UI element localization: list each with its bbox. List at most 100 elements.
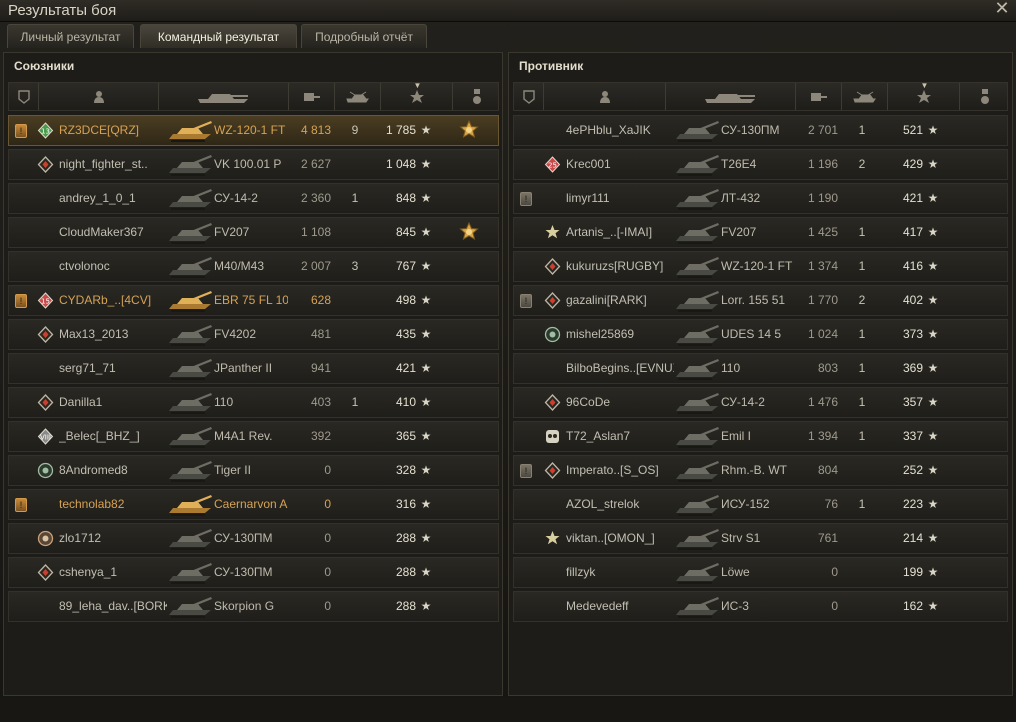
player-name[interactable]: RZ3DCE[QRZ] [59,116,167,145]
player-name[interactable]: Imperato..[S_OS] [566,456,674,485]
player-name[interactable]: AZOL_strelok [566,490,674,519]
kills-value: 1 [858,429,866,443]
player-row[interactable]: viktan..[OMON_] Strv S1 761 214 ★ [513,523,1008,554]
player-name[interactable]: Max13_2013 [59,320,167,349]
player-name[interactable]: CYDARb_..[4CV] [59,286,167,315]
player-row[interactable]: T72_Aslan7 Emil I 1 394 1 337 ★ [513,421,1008,452]
player-name[interactable]: ctvolonoc [59,252,167,281]
kills-column-icon[interactable] [842,83,888,110]
player-row[interactable]: night_fighter_st.. VK 100.01 P 2 627 1 048 ★ [8,149,499,180]
player-row[interactable]: ! technolab82 Caernarvon A 0 316 ★ [8,489,499,520]
damage-value: 0 [324,463,331,477]
player-column-icon[interactable] [39,83,159,110]
player-row[interactable]: VIII _Belec[_BHZ_] M4A1 Rev. 392 365 ★ [8,421,499,452]
player-name[interactable]: viktan..[OMON_] [566,524,674,553]
player-name[interactable]: 96CoDe [566,388,674,417]
tab-team-result[interactable]: Командный результат [140,24,297,48]
player-row[interactable]: zlo1712 СУ-130ПМ 0 288 ★ [8,523,499,554]
player-name[interactable]: 8Andromed8 [59,456,167,485]
player-column-icon[interactable] [544,83,666,110]
player-row[interactable]: ! Imperato..[S_OS] Rhm.-B. WT 804 252 ★ [513,455,1008,486]
player-row[interactable]: 25 Krec001 T26E4 1 196 2 429 ★ [513,149,1008,180]
player-name[interactable]: 89_leha_dav..[BORKI] [59,592,167,621]
player-row[interactable]: AZOL_strelok ИСУ-152 76 1 223 ★ [513,489,1008,520]
player-name[interactable]: fillzyk [566,558,674,587]
player-row[interactable]: cshenya_1 СУ-130ПМ 0 288 ★ [8,557,499,588]
medal-icon[interactable] [458,221,480,244]
player-row[interactable]: Max13_2013 FV4202 481 435 ★ [8,319,499,350]
kills-value [345,490,365,519]
player-name[interactable]: serg71_71 [59,354,167,383]
player-row[interactable]: BilboBegins..[EVNUX] 110 803 1 369 ★ [513,353,1008,384]
player-row[interactable]: 8Andromed8 Tiger II 0 328 ★ [8,455,499,486]
player-name[interactable]: mishel25869 [566,320,674,349]
kills-value [345,150,365,179]
player-name[interactable]: limyr111 [566,184,674,213]
tab-detailed-report[interactable]: Подробный отчёт [301,24,427,48]
vehicle-column-icon[interactable] [666,83,796,110]
player-name[interactable]: CloudMaker367 [59,218,167,247]
player-name[interactable]: Artanis_..[-IMAI] [566,218,674,247]
player-name[interactable]: gazalini[RARK] [566,286,674,315]
player-row[interactable]: andrey_1_0_1 СУ-14-2 2 360 1 848 ★ [8,183,499,214]
medal-icon[interactable] [458,119,480,142]
medals-column-icon[interactable] [960,83,1009,110]
diamond-icon [37,326,54,343]
experience-column-icon[interactable]: ▼ [888,81,960,110]
player-name[interactable]: _Belec[_BHZ_] [59,422,167,451]
star-icon: ★ [927,531,939,545]
player-row[interactable]: mishel25869 UDES 14 5 1 024 1 373 ★ [513,319,1008,350]
player-row[interactable]: 96CoDe СУ-14-2 1 476 1 357 ★ [513,387,1008,418]
player-row[interactable]: ! 13 RZ3DCE[QRZ] WZ-120-1 FT 4 813 9 1 785 ★ [8,115,499,146]
player-name[interactable]: BilboBegins..[EVNUX] [566,354,674,383]
player-name[interactable]: Medevedeff [566,592,674,621]
close-icon[interactable]: ✕ [994,0,1010,17]
player-row[interactable]: Medevedeff ИС-3 0 162 ★ [513,591,1008,622]
player-name[interactable]: kukuruzs[RUGBY] [566,252,674,281]
player-name[interactable]: night_fighter_st.. [59,150,167,179]
player-name[interactable]: zlo1712 [59,524,167,553]
player-row[interactable]: kukuruzs[RUGBY] WZ-120-1 FT 1 374 1 416 ★ [513,251,1008,282]
tank-name: Lorr. 155 51 [721,293,786,307]
player-name[interactable]: technolab82 [59,490,167,519]
kills-value: 1 [858,395,866,409]
player-row[interactable]: Artanis_..[-IMAI] FV207 1 425 1 417 ★ [513,217,1008,248]
player-row[interactable]: 4ePHblu_XaJIK СУ-130ПМ 2 701 1 521 ★ [513,115,1008,146]
squad-column-icon[interactable] [514,83,544,110]
kills-value: 1 [858,361,866,375]
squad-column-icon[interactable] [9,83,39,110]
damage-value: 0 [324,565,331,579]
player-row[interactable]: 89_leha_dav..[BORKI] Skorpion G 0 288 ★ [8,591,499,622]
tank-name: Rhm.-B. WT [721,463,787,477]
vehicle-column-icon[interactable] [159,83,289,110]
medals-column-icon[interactable] [453,83,500,110]
player-name[interactable]: 4ePHblu_XaJIK [566,116,674,145]
damage-column-icon[interactable] [796,83,842,110]
diamond-icon [544,292,561,309]
star-icon: ★ [927,157,939,171]
player-row[interactable]: ! limyr111 ЛТ-432 1 190 421 ★ [513,183,1008,214]
tank-icon [167,119,213,143]
player-name[interactable]: T72_Aslan7 [566,422,674,451]
player-row[interactable]: serg71_71 JPanther II 941 421 ★ [8,353,499,384]
damage-column-icon[interactable] [289,83,335,110]
kills-column-icon[interactable] [335,83,381,110]
diamond-icon [37,156,54,173]
kills-value: 2 [858,157,866,171]
damage-value: 803 [817,361,838,375]
tab-personal-result[interactable]: Личный результат [7,24,134,48]
player-row[interactable]: ! 15 CYDARb_..[4CV] EBR 75 FL 10 628 498 ★ [8,285,499,316]
player-name[interactable]: cshenya_1 [59,558,167,587]
player-row[interactable]: ! gazalini[RARK] Lorr. 155 51 1 770 2 402 ★ [513,285,1008,316]
star-icon: ★ [927,259,939,273]
player-row[interactable]: CloudMaker367 FV207 1 108 845 ★ [8,217,499,248]
player-name[interactable]: andrey_1_0_1 [59,184,167,213]
target-icon [37,462,54,479]
experience-column-icon[interactable]: ▼ [381,81,453,110]
player-name[interactable]: Danilla1 [59,388,167,417]
player-row[interactable]: ctvolonoc M40/M43 2 007 3 767 ★ [8,251,499,282]
damage-value: 2 701 [807,123,838,137]
player-name[interactable]: Krec001 [566,150,674,179]
player-row[interactable]: fillzyk Löwe 0 199 ★ [513,557,1008,588]
player-row[interactable]: Danilla1 110 403 1 410 ★ [8,387,499,418]
